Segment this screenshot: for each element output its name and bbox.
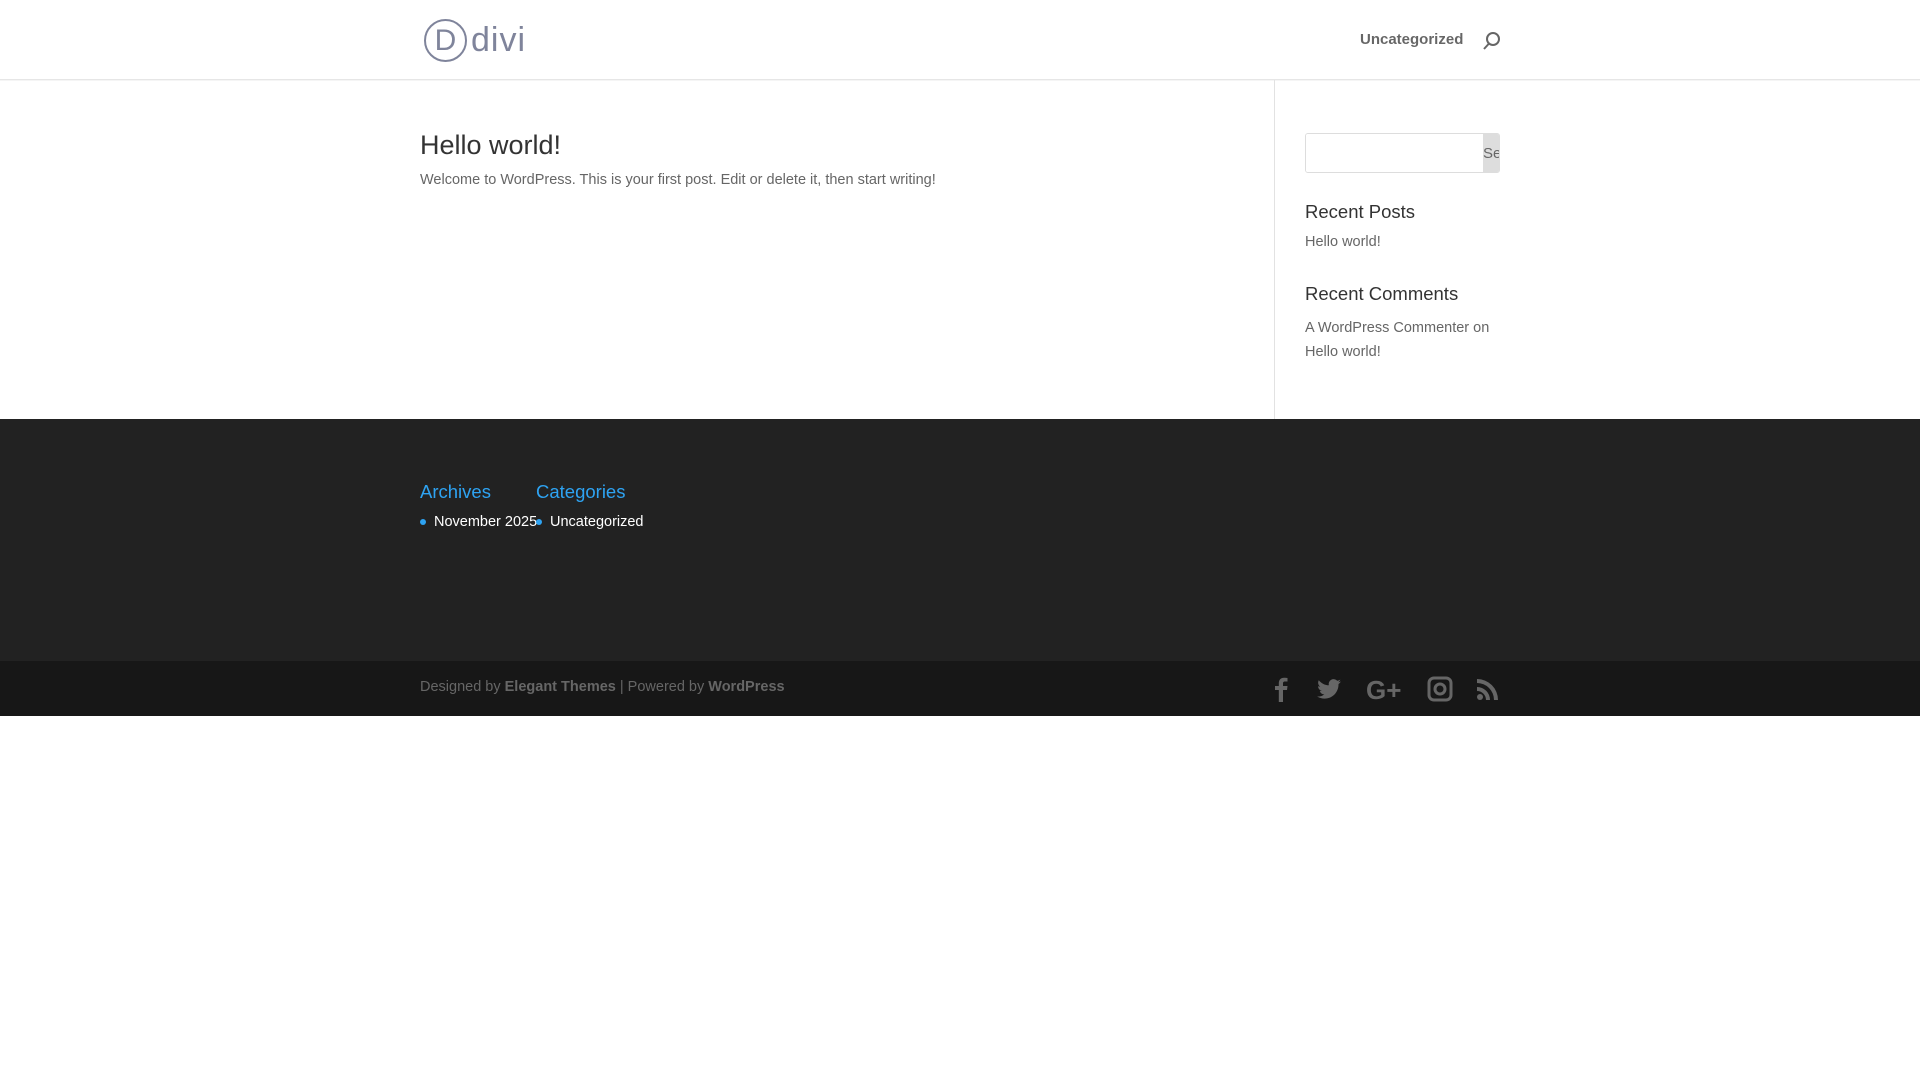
sidebar-divider [1274,80,1275,419]
bullet [420,519,426,525]
archive-link[interactable]: November 2025 [434,514,537,530]
search-input[interactable] [1306,134,1483,172]
designed-by-text: Designed by [420,679,501,695]
comment-post-link[interactable]: Hello world! [1305,344,1381,360]
comment-author-link[interactable]: A WordPress Commenter [1305,320,1469,336]
google-plus-icon[interactable]: G+ [1366,675,1406,703]
post-excerpt: Welcome to WordPress. This is your first… [420,172,936,188]
twitter-icon[interactable] [1315,675,1343,703]
sidebar-search: Search [1305,133,1500,173]
logo-text: divi [471,21,527,59]
wordpress-link[interactable]: WordPress [708,679,784,695]
recent-posts-title: Recent Posts [1305,201,1416,222]
search-button[interactable]: Search [1483,134,1499,172]
comment-on-text: on [1473,320,1490,336]
powered-by-text: | Powered by [619,679,705,695]
instagram-icon[interactable] [1426,675,1454,703]
recent-post-link[interactable]: Hello world! [1305,234,1381,250]
nav-item-uncategorized[interactable]: Uncategorized [1360,31,1463,48]
footer-credits: Designed by Elegant Themes | Powered by … [420,679,785,695]
facebook-icon[interactable] [1267,675,1295,703]
bullet [536,519,542,525]
category-item: Uncategorized [536,514,644,530]
post-title[interactable]: Hello world! [420,130,561,161]
archives-title: Archives [420,481,491,502]
recent-comment: A WordPress Commenter on Hello world! [1305,316,1505,364]
svg-text:G+: G+ [1366,675,1401,703]
logo[interactable]: D divi [424,19,526,62]
recent-comments-title: Recent Comments [1305,283,1459,304]
category-link[interactable]: Uncategorized [550,514,644,530]
archive-item: November 2025 [420,514,537,530]
footer-widgets: Archives November 2025 Categories Uncate… [0,419,1920,661]
elegant-themes-link[interactable]: Elegant Themes [505,679,616,695]
logo-mark: D [424,19,467,62]
site-header: D divi Uncategorized [0,0,1920,80]
rss-icon[interactable] [1474,675,1502,703]
categories-title: Categories [536,481,626,502]
search-icon[interactable] [1482,31,1502,51]
footer-bottom [0,661,1920,716]
